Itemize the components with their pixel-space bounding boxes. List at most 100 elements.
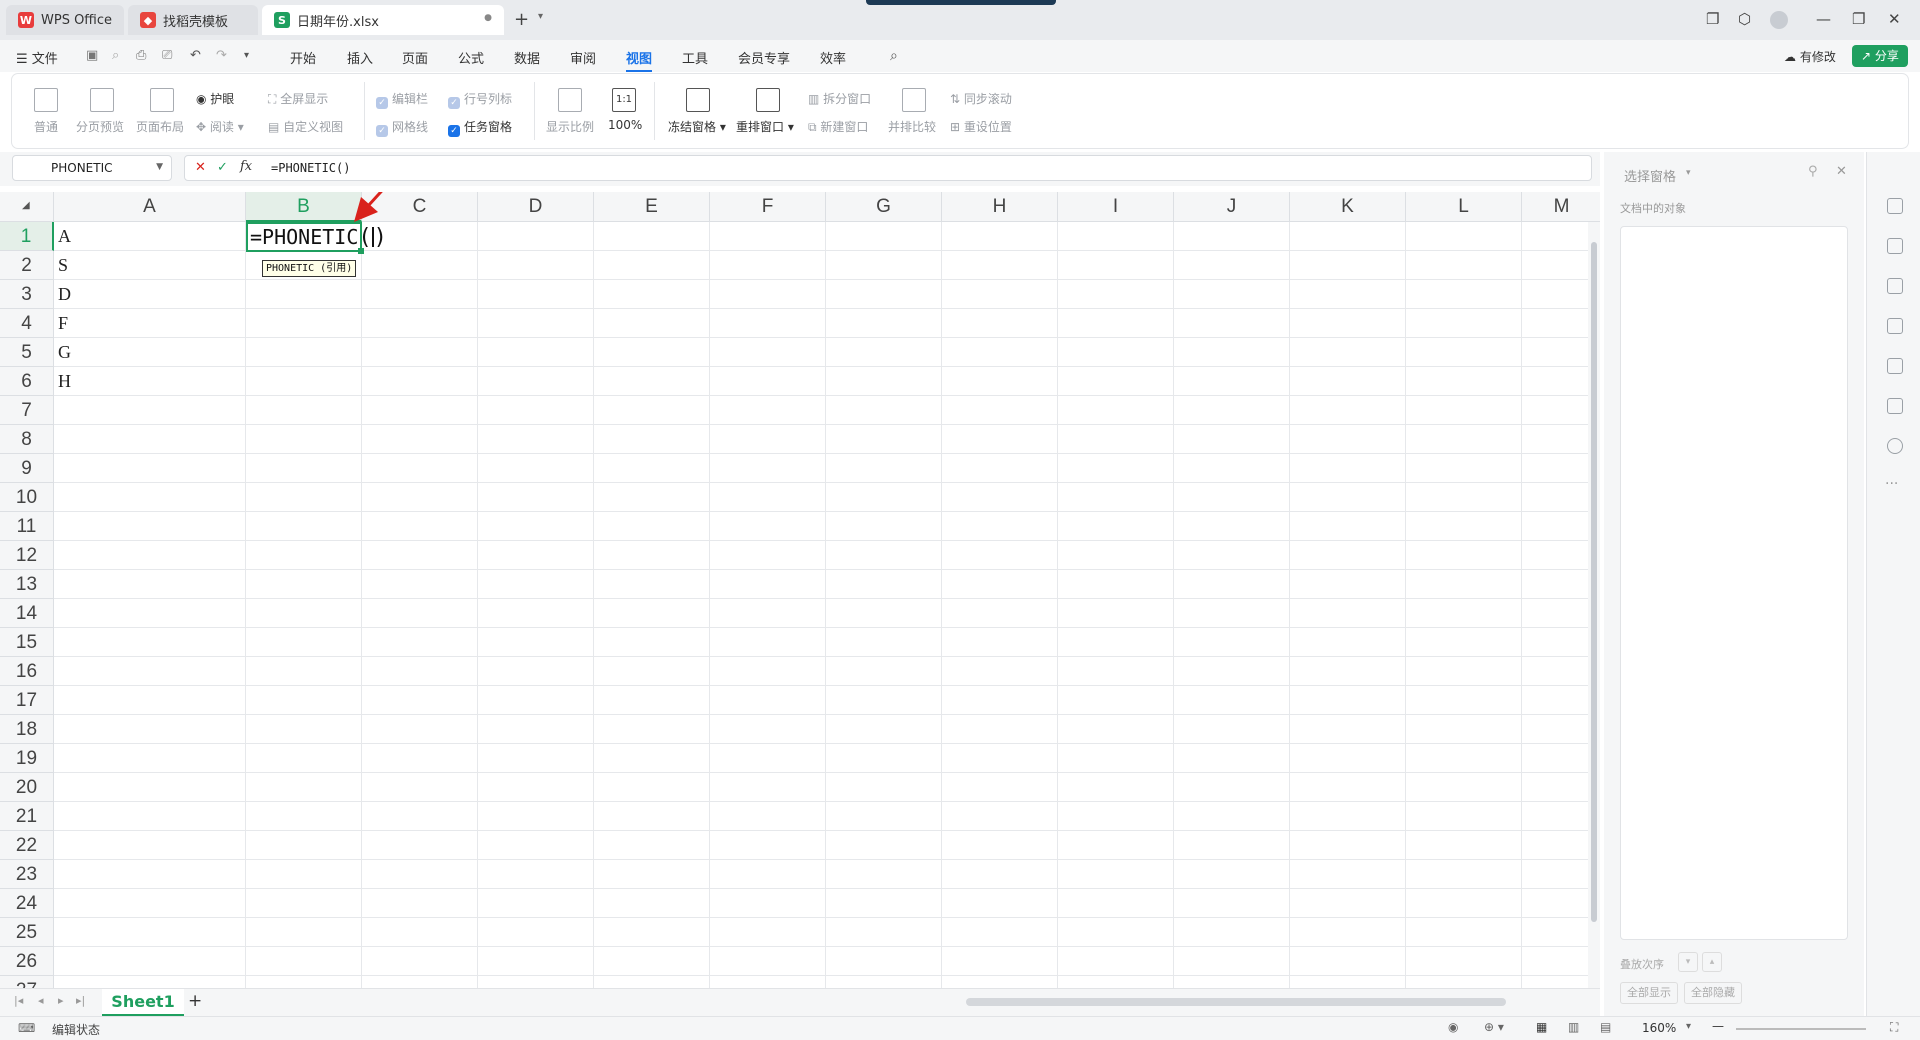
cell-A6[interactable]: H <box>58 371 71 392</box>
file-menu[interactable]: ☰ 文件 <box>16 48 58 67</box>
row-header-20[interactable]: 20 <box>0 773 54 802</box>
column-header-D[interactable]: D <box>478 192 594 222</box>
select-all-corner[interactable]: ◢ <box>0 192 54 222</box>
close-icon[interactable]: ✕ <box>1836 164 1847 179</box>
column-header-H[interactable]: H <box>942 192 1058 222</box>
column-header-K[interactable]: K <box>1290 192 1406 222</box>
reset-position-button[interactable]: ⊞ 重设位置 <box>950 118 1012 135</box>
adjust-icon[interactable] <box>1887 238 1903 254</box>
column-header-M[interactable]: M <box>1522 192 1600 222</box>
horizontal-scrollbar[interactable] <box>966 998 1506 1006</box>
zoom-level[interactable]: 160% <box>1642 1021 1676 1035</box>
column-header-J[interactable]: J <box>1174 192 1290 222</box>
prev-sheet-icon[interactable]: ◂ <box>38 994 44 1007</box>
task-pane-checkbox[interactable]: ✓ 任务窗格 <box>448 118 512 137</box>
modified-indicator[interactable]: ☁ 有修改 <box>1784 48 1836 65</box>
menu-view[interactable]: 视图 <box>626 48 652 67</box>
row-header-1[interactable]: 1 <box>0 222 54 251</box>
hide-all-button[interactable]: 全部隐藏 <box>1684 982 1742 1004</box>
tab-file-active[interactable]: S 日期年份.xlsx ● <box>262 5 504 35</box>
zoom-slider[interactable] <box>1736 1028 1866 1030</box>
cell-A5[interactable]: G <box>58 342 71 363</box>
tab-wps-office[interactable]: W WPS Office <box>6 5 124 35</box>
object-list[interactable] <box>1620 226 1848 940</box>
row-header-26[interactable]: 26 <box>0 947 54 976</box>
next-sheet-icon[interactable]: ▸ <box>58 994 64 1007</box>
menu-data[interactable]: 数据 <box>514 48 540 67</box>
chevron-down-icon[interactable]: ▾ <box>1686 168 1691 178</box>
sync-scroll-button[interactable]: ⇅ 同步滚动 <box>950 90 1012 107</box>
menu-page[interactable]: 页面 <box>402 48 428 67</box>
row-header-25[interactable]: 25 <box>0 918 54 947</box>
row-header-14[interactable]: 14 <box>0 599 54 628</box>
restore-icon[interactable]: ❐ <box>1852 10 1865 28</box>
first-sheet-icon[interactable]: |◂ <box>14 994 23 1007</box>
search-icon[interactable]: ⌕ <box>890 48 898 64</box>
add-sheet-button[interactable]: + <box>188 991 202 1011</box>
zoom-chevron-icon[interactable]: ▾ <box>1686 1021 1691 1032</box>
vertical-scrollbar[interactable] <box>1588 222 1600 988</box>
fullscreen-icon[interactable]: ⛶ <box>1890 1020 1898 1035</box>
column-header-I[interactable]: I <box>1058 192 1174 222</box>
quick-access-chevron-icon[interactable]: ▾ <box>244 50 249 61</box>
split-window-button[interactable]: ▥ 拆分窗口 <box>808 90 871 107</box>
save-icon[interactable]: ▣ <box>86 48 98 63</box>
tab-docer[interactable]: ◆ 找稻壳模板 <box>128 5 258 35</box>
menu-home[interactable]: 开始 <box>290 48 316 67</box>
row-header-11[interactable]: 11 <box>0 512 54 541</box>
row-header-17[interactable]: 17 <box>0 686 54 715</box>
arrange-windows-button[interactable]: 重排窗口 ▾ <box>736 118 794 135</box>
redo-icon[interactable]: ↷ <box>216 48 227 63</box>
custom-view-button[interactable]: ▤ 自定义视图 <box>268 118 343 135</box>
side-by-side-button[interactable]: 并排比较 <box>888 118 936 135</box>
cube-icon[interactable]: ⬡ <box>1738 10 1751 28</box>
column-header-F[interactable]: F <box>710 192 826 222</box>
select-cursor-icon[interactable] <box>1887 198 1903 214</box>
page-break-view-icon[interactable]: ▤ <box>1600 1020 1611 1034</box>
eye-protection-icon[interactable]: ◉ <box>1448 1020 1458 1034</box>
export-icon[interactable] <box>1887 278 1903 294</box>
eye-care-button[interactable]: ◉ 护眼 <box>196 90 234 107</box>
sheet-tab-sheet1[interactable]: Sheet1 <box>102 989 184 1016</box>
reading-button[interactable]: ✥ 阅读 ▾ <box>196 118 244 135</box>
freeze-panes-button[interactable]: 冻结窗格 ▾ <box>668 118 726 135</box>
normal-view-button[interactable]: 普通 <box>34 118 58 135</box>
menu-efficiency[interactable]: 效率 <box>820 48 846 67</box>
gridlines-checkbox[interactable]: ✓ 网格线 <box>376 118 428 137</box>
row-header-8[interactable]: 8 <box>0 425 54 454</box>
tools-icon[interactable] <box>1887 358 1903 374</box>
zoom-out-icon[interactable]: — <box>1712 1019 1724 1033</box>
edit-bar-checkbox[interactable]: ✓ 编辑栏 <box>376 90 428 109</box>
insert-function-icon[interactable]: fx <box>240 159 252 174</box>
view-mode-icon[interactable]: ⊕ ▾ <box>1484 1020 1504 1034</box>
zoom-ratio-button[interactable]: 显示比例 <box>546 118 594 135</box>
cancel-icon[interactable]: ✕ <box>195 160 206 175</box>
menu-member[interactable]: 会员专享 <box>738 48 790 67</box>
layout-icon[interactable] <box>1887 398 1903 414</box>
row-header-19[interactable]: 19 <box>0 744 54 773</box>
move-up-button[interactable]: ▴ <box>1702 952 1722 972</box>
column-header-A[interactable]: A <box>54 192 246 222</box>
menu-tools[interactable]: 工具 <box>682 48 708 67</box>
page-layout-view-icon[interactable]: ▥ <box>1568 1020 1579 1034</box>
row-header-27[interactable]: 27 <box>0 976 54 988</box>
new-tab-button[interactable]: + <box>514 9 529 30</box>
page-layout-button[interactable]: 页面布局 <box>136 118 184 135</box>
move-down-button[interactable]: ▾ <box>1678 952 1698 972</box>
vertical-scroll-thumb[interactable] <box>1591 242 1597 922</box>
normal-view-icon[interactable]: ▦ <box>1536 1020 1547 1034</box>
row-header-16[interactable]: 16 <box>0 657 54 686</box>
pin-icon[interactable]: ⚲ <box>1808 164 1818 179</box>
new-window-button[interactable]: ⧉ 新建窗口 <box>808 118 868 135</box>
row-header-9[interactable]: 9 <box>0 454 54 483</box>
show-all-button[interactable]: 全部显示 <box>1620 982 1678 1004</box>
row-header-2[interactable]: 2 <box>0 251 54 280</box>
page-break-button[interactable]: 分页预览 <box>76 118 124 135</box>
cell-A3[interactable]: D <box>58 284 71 305</box>
menu-insert[interactable]: 插入 <box>347 48 373 67</box>
macro-icon[interactable]: ⌨ <box>18 1021 35 1035</box>
window-layout-icon[interactable]: ❐ <box>1706 10 1719 28</box>
undo-icon[interactable]: ↶ <box>190 48 201 63</box>
row-header-6[interactable]: 6 <box>0 367 54 396</box>
more-icon[interactable]: ··· <box>1885 476 1898 492</box>
